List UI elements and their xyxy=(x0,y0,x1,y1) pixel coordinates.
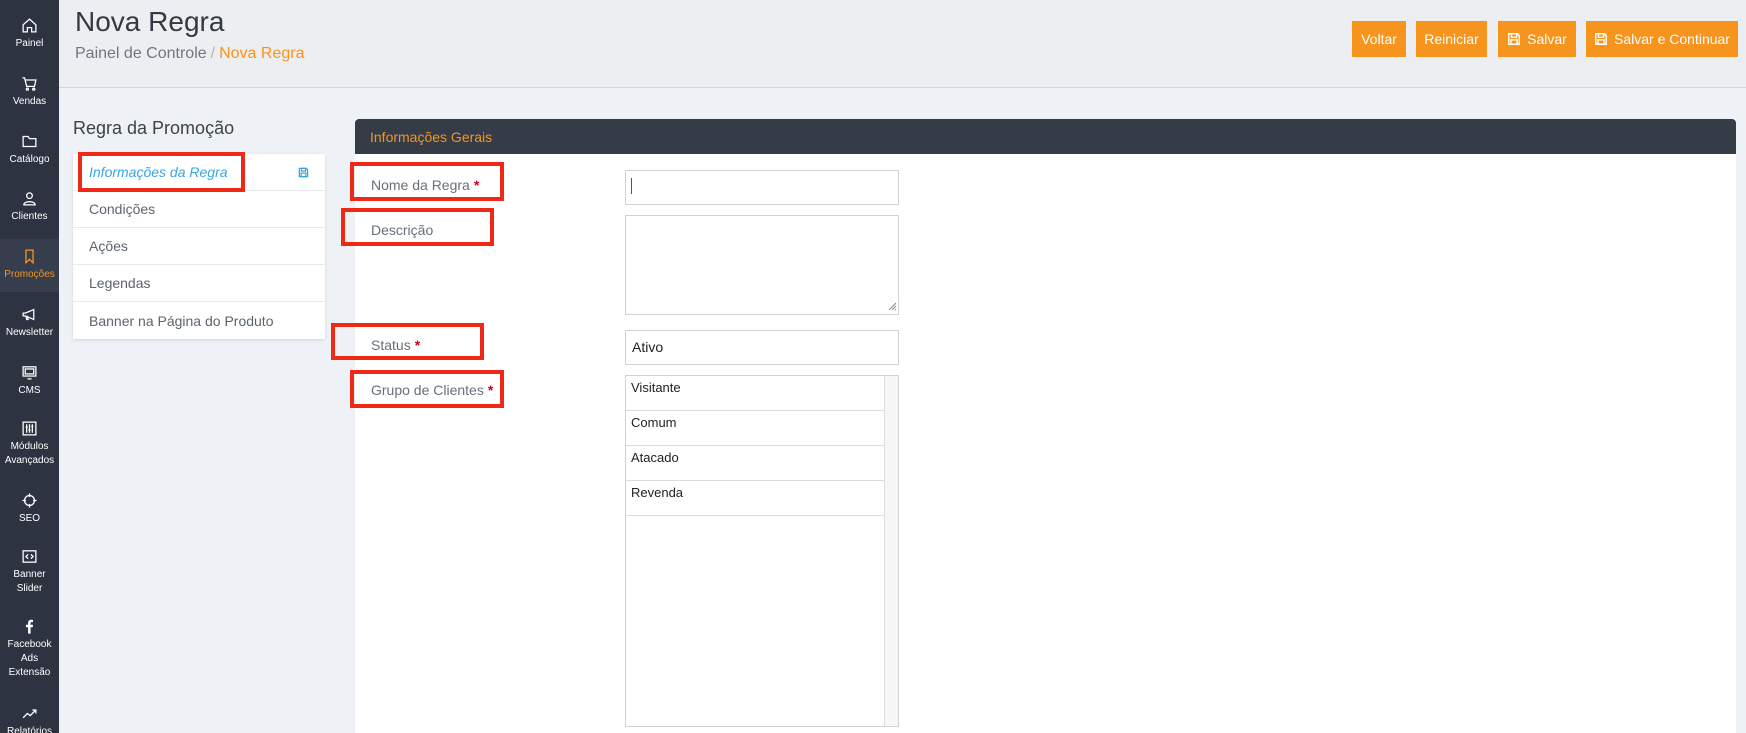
sidebar-label: Relatórios xyxy=(6,726,53,733)
customer-group-option[interactable]: Atacado xyxy=(626,446,884,481)
rule-tab-label: Banner na Página do Produto xyxy=(89,312,274,329)
home-icon xyxy=(22,18,37,33)
sidebar-label: Banner Slider xyxy=(13,569,46,594)
rule-name-label: Nome da Regra * xyxy=(371,177,479,193)
reset-button-label: Reiniciar xyxy=(1424,31,1479,47)
save-button[interactable]: Salvar xyxy=(1498,21,1576,57)
sidebar-label: Catálogo xyxy=(9,154,50,165)
rule-tab-legendas[interactable]: Legendas xyxy=(73,265,325,302)
rule-tab-label: Ações xyxy=(89,238,128,254)
customer-group-multiselect[interactable]: Visitante Comum Atacado Revenda xyxy=(625,375,899,727)
save-continue-button-label: Salvar e Continuar xyxy=(1614,31,1730,47)
description-textarea[interactable] xyxy=(625,215,899,315)
save-button-label: Salvar xyxy=(1527,31,1567,47)
customer-group-option[interactable]: Visitante xyxy=(626,376,884,411)
sidebar-item-banner-slider[interactable]: Banner Slider xyxy=(0,548,59,596)
rule-tab-condicoes[interactable]: Condições xyxy=(73,191,325,228)
description-label: Descrição xyxy=(371,222,434,238)
required-mark: * xyxy=(473,177,480,193)
rule-tab-informacoes[interactable]: Informações da Regra xyxy=(73,154,325,191)
text-caret xyxy=(631,178,632,194)
sidebar: Painel Vendas Catálogo Clientes Promoçõe… xyxy=(0,0,59,733)
page-header: Nova Regra Painel de Controle / Nova Regra… xyxy=(59,0,1746,88)
sidebar-item-cms[interactable]: CMS xyxy=(0,364,59,398)
resize-handle-icon[interactable] xyxy=(887,301,897,311)
crosshair-icon xyxy=(22,493,37,508)
status-label-text: Status xyxy=(371,337,411,353)
sidebar-label: Clientes xyxy=(11,211,48,222)
list-scrollbar[interactable] xyxy=(884,376,898,726)
sidebar-item-clientes[interactable]: Clientes xyxy=(0,190,59,224)
cart-icon xyxy=(22,77,37,91)
general-info-panel: Informações Gerais xyxy=(355,119,1736,733)
sidebar-item-facebook-ads[interactable]: Facebook Ads Extensão xyxy=(0,618,59,680)
sidebar-label: Facebook Ads Extensão xyxy=(7,639,52,678)
sidebar-label: SEO xyxy=(18,513,41,524)
sidebar-item-modulos-avancados[interactable]: Módulos Avançados xyxy=(0,420,59,468)
floppy-disk-icon xyxy=(1508,33,1521,45)
breadcrumb-root[interactable]: Painel de Controle xyxy=(75,45,207,62)
rule-nav: Informações da Regra Condições Ações Leg… xyxy=(73,154,325,339)
customer-group-label: Grupo de Clientes * xyxy=(371,382,493,398)
customer-group-label-text: Grupo de Clientes xyxy=(371,382,484,398)
save-continue-button[interactable]: Salvar e Continuar xyxy=(1586,21,1738,57)
floppy-disk-icon xyxy=(1595,33,1607,45)
facebook-icon xyxy=(25,619,34,634)
rule-tab-label: Condições xyxy=(89,201,156,217)
rule-tab-label: Legendas xyxy=(89,275,151,291)
sidebar-item-relatorios[interactable]: Relatórios xyxy=(0,705,59,733)
required-mark: * xyxy=(487,382,494,398)
breadcrumb-current: Nova Regra xyxy=(219,45,305,62)
rule-name-input[interactable] xyxy=(625,170,899,205)
chart-icon xyxy=(22,709,37,719)
sidebar-item-seo[interactable]: SEO xyxy=(0,492,59,526)
sliders-icon xyxy=(22,421,37,436)
sidebar-item-vendas[interactable]: Vendas xyxy=(0,75,59,109)
rule-name-label-text: Nome da Regra xyxy=(371,177,470,193)
page-title: Nova Regra xyxy=(75,6,225,37)
sidebar-item-catalogo[interactable]: Catálogo xyxy=(0,133,59,167)
rule-tab-banner-produto[interactable]: Banner na Página do Produto xyxy=(73,302,325,339)
back-button-label: Voltar xyxy=(1361,31,1397,47)
floppy-disk-icon xyxy=(298,167,309,177)
breadcrumb-separator: / xyxy=(210,45,216,62)
required-mark: * xyxy=(414,337,421,353)
breadcrumb: Painel de Controle / Nova Regra xyxy=(75,45,304,63)
back-button[interactable]: Voltar xyxy=(1352,21,1406,57)
panel-title: Informações Gerais xyxy=(355,119,1736,154)
status-label: Status * xyxy=(371,337,420,353)
bookmark-icon xyxy=(25,249,34,265)
sidebar-label: Vendas xyxy=(12,96,47,107)
monitor-icon xyxy=(22,366,37,380)
rule-nav-title: Regra da Promoção xyxy=(73,118,235,138)
customer-group-option[interactable]: Comum xyxy=(626,411,884,446)
megaphone-icon xyxy=(22,308,35,321)
sidebar-label: Painel xyxy=(15,38,44,49)
sidebar-item-painel[interactable]: Painel xyxy=(0,17,59,51)
sidebar-label: Newsletter xyxy=(5,327,54,338)
rule-tab-label: Informações da Regra xyxy=(89,164,228,180)
sidebar-label: Módulos Avançados xyxy=(4,441,55,466)
customer-group-option[interactable]: Revenda xyxy=(626,481,884,516)
sidebar-label: Promoções xyxy=(4,269,55,280)
reset-button[interactable]: Reiniciar xyxy=(1416,21,1487,57)
folder-icon xyxy=(22,135,37,148)
code-icon xyxy=(22,550,37,563)
user-icon xyxy=(23,192,36,206)
sidebar-label: CMS xyxy=(18,385,41,396)
sidebar-item-newsletter[interactable]: Newsletter xyxy=(0,306,59,340)
status-select[interactable]: Ativo xyxy=(625,330,899,365)
sidebar-item-promocoes[interactable]: Promoções xyxy=(0,239,59,292)
rule-tab-acoes[interactable]: Ações xyxy=(73,228,325,265)
